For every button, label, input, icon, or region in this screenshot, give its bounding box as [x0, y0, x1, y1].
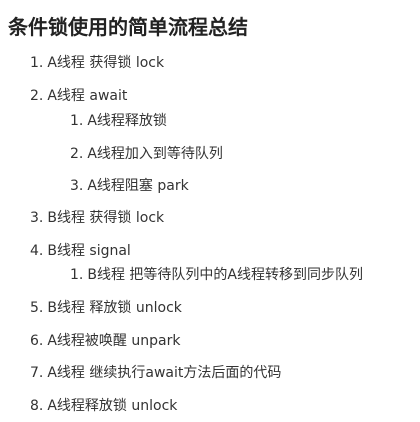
list-item-step-6: 6. A线程被唤醒 unpark [30, 332, 180, 350]
list-item-text: B线程 signal [47, 243, 131, 259]
list-item-text: A线程阻塞 park [87, 178, 189, 194]
list-item-number: 1. [70, 113, 84, 129]
list-item-step-8: 8. A线程释放锁 unlock [30, 397, 177, 415]
document: 条件锁使用的简单流程总结 1. A线程 获得锁 lock 2. A线程 await … [0, 0, 420, 422]
sub-list-item-step-2-3: 3. A线程阻塞 park [70, 177, 189, 195]
list-item-number: 2. [70, 146, 84, 162]
list-item-step-4: 4. B线程 signal [30, 242, 131, 260]
page-title: 条件锁使用的简单流程总结 [8, 15, 248, 39]
list-item-number: 6. [30, 333, 44, 349]
sub-list-item-step-4-1: 1. B线程 把等待队列中的A线程转移到同步队列 [70, 266, 363, 284]
list-item-text: B线程 释放锁 unlock [47, 300, 182, 316]
list-item-text: A线程被唤醒 unpark [47, 333, 181, 349]
sub-list-item-step-2-1: 1. A线程释放锁 [70, 112, 167, 130]
list-item-text: A线程 await [47, 88, 128, 104]
list-item-text: A线程 继续执行await方法后面的代码 [47, 365, 282, 381]
list-item-number: 3. [30, 210, 44, 226]
list-item-number: 4. [30, 243, 44, 259]
list-item-step-3: 3. B线程 获得锁 lock [30, 209, 164, 227]
list-item-text: B线程 把等待队列中的A线程转移到同步队列 [87, 267, 363, 283]
list-item-text: A线程释放锁 unlock [47, 398, 178, 414]
list-item-number: 5. [30, 300, 44, 316]
list-item-step-7: 7. A线程 继续执行await方法后面的代码 [30, 364, 281, 382]
list-item-number: 1. [30, 55, 44, 71]
list-item-number: 3. [70, 178, 84, 194]
list-item-text: A线程释放锁 [87, 113, 167, 129]
list-item-number: 7. [30, 365, 44, 381]
list-item-text: A线程加入到等待队列 [87, 146, 223, 162]
list-item-step-2: 2. A线程 await [30, 87, 127, 105]
list-item-step-1: 1. A线程 获得锁 lock [30, 54, 164, 72]
list-item-number: 8. [30, 398, 44, 414]
list-item-step-5: 5. B线程 释放锁 unlock [30, 299, 182, 317]
list-item-number: 2. [30, 88, 44, 104]
sub-list-item-step-2-2: 2. A线程加入到等待队列 [70, 145, 223, 163]
list-item-text: B线程 获得锁 lock [47, 210, 165, 226]
list-item-number: 1. [70, 267, 84, 283]
list-item-text: A线程 获得锁 lock [47, 55, 165, 71]
